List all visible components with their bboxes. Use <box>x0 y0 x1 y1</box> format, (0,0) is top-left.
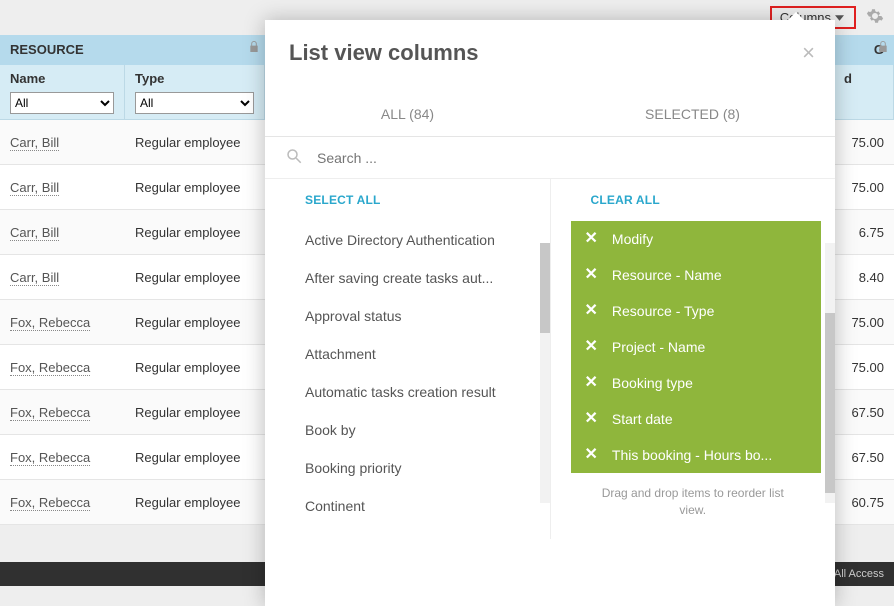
select-all-button[interactable]: SELECT ALL <box>265 179 550 221</box>
drag-hint: Drag and drop items to reorder list view… <box>551 479 836 531</box>
available-column-item[interactable]: Continent <box>305 487 540 525</box>
selected-item-label: Project - Name <box>612 339 705 355</box>
type-cell: Regular employee <box>125 405 265 420</box>
type-cell: Regular employee <box>125 450 265 465</box>
remove-icon[interactable]: ✕ <box>585 447 598 463</box>
scrollbar[interactable] <box>825 243 835 503</box>
resource-link[interactable]: Fox, Rebecca <box>10 450 90 466</box>
selected-column-item[interactable]: ✕ Resource - Type <box>571 293 822 329</box>
modal-title: List view columns <box>265 20 835 76</box>
resource-link[interactable]: Fox, Rebecca <box>10 495 90 511</box>
available-column-item[interactable]: Approval status <box>305 297 540 335</box>
available-column-item[interactable]: After saving create tasks aut... <box>305 259 540 297</box>
close-icon[interactable]: × <box>802 42 815 64</box>
search-input[interactable] <box>317 150 815 166</box>
available-column-item[interactable]: Active Directory Authentication <box>305 221 540 259</box>
selected-item-label: Modify <box>612 231 653 247</box>
resource-link[interactable]: Fox, Rebecca <box>10 360 90 376</box>
footer-status: All Access <box>834 568 884 580</box>
tab-all[interactable]: ALL (84) <box>265 92 550 136</box>
selected-column-item[interactable]: ✕ Modify <box>571 221 822 257</box>
column-name-header: Name <box>10 71 114 86</box>
resource-link[interactable]: Fox, Rebecca <box>10 405 90 421</box>
selected-item-label: Start date <box>612 411 673 427</box>
clear-all-button[interactable]: CLEAR ALL <box>551 179 836 221</box>
type-cell: Regular employee <box>125 225 265 240</box>
remove-icon[interactable]: ✕ <box>585 339 598 355</box>
selected-item-label: Resource - Name <box>612 267 722 283</box>
available-column-item[interactable]: Booking priority <box>305 449 540 487</box>
type-cell: Regular employee <box>125 270 265 285</box>
resource-link[interactable]: Carr, Bill <box>10 180 59 196</box>
type-cell: Regular employee <box>125 315 265 330</box>
remove-icon[interactable]: ✕ <box>585 303 598 319</box>
selected-item-label: Resource - Type <box>612 303 714 319</box>
resource-link[interactable]: Carr, Bill <box>10 225 59 241</box>
columns-modal: List view columns × ALL (84) SELECTED (8… <box>265 20 835 606</box>
available-column-item[interactable]: Automatic tasks creation result <box>305 373 540 411</box>
group-resource-label: RESOURCE <box>10 42 84 57</box>
remove-icon[interactable]: ✕ <box>585 231 598 247</box>
lock-icon <box>878 41 888 55</box>
type-cell: Regular employee <box>125 180 265 195</box>
selected-column-item[interactable]: ✕ Booking type <box>571 365 822 401</box>
type-cell: Regular employee <box>125 495 265 510</box>
type-filter-select[interactable]: All <box>135 92 254 114</box>
selected-column-item[interactable]: ✕ Project - Name <box>571 329 822 365</box>
remove-icon[interactable]: ✕ <box>585 375 598 391</box>
search-icon <box>285 147 303 168</box>
name-filter-select[interactable]: All <box>10 92 114 114</box>
resource-link[interactable]: Fox, Rebecca <box>10 315 90 331</box>
available-column-item[interactable]: Attachment <box>305 335 540 373</box>
modal-arrow-icon <box>787 12 805 21</box>
selected-column-item[interactable]: ✕ Resource - Name <box>571 257 822 293</box>
scrollbar[interactable] <box>540 243 550 503</box>
resource-link[interactable]: Carr, Bill <box>10 135 59 151</box>
selected-column-item[interactable]: ✕ This booking - Hours bo... <box>571 437 822 473</box>
selected-column-item[interactable]: ✕ Start date <box>571 401 822 437</box>
chevron-down-icon <box>835 15 844 21</box>
selected-item-label: This booking - Hours bo... <box>612 447 772 463</box>
type-cell: Regular employee <box>125 135 265 150</box>
resource-link[interactable]: Carr, Bill <box>10 270 59 286</box>
remove-icon[interactable]: ✕ <box>585 411 598 427</box>
gear-icon[interactable] <box>866 7 884 28</box>
column-right-header: d <box>844 71 883 86</box>
tab-selected[interactable]: SELECTED (8) <box>550 92 835 136</box>
selected-item-label: Booking type <box>612 375 693 391</box>
type-cell: Regular employee <box>125 360 265 375</box>
column-type-header: Type <box>135 71 254 86</box>
remove-icon[interactable]: ✕ <box>585 267 598 283</box>
available-column-item[interactable]: Book by <box>305 411 540 449</box>
lock-icon <box>249 41 259 55</box>
